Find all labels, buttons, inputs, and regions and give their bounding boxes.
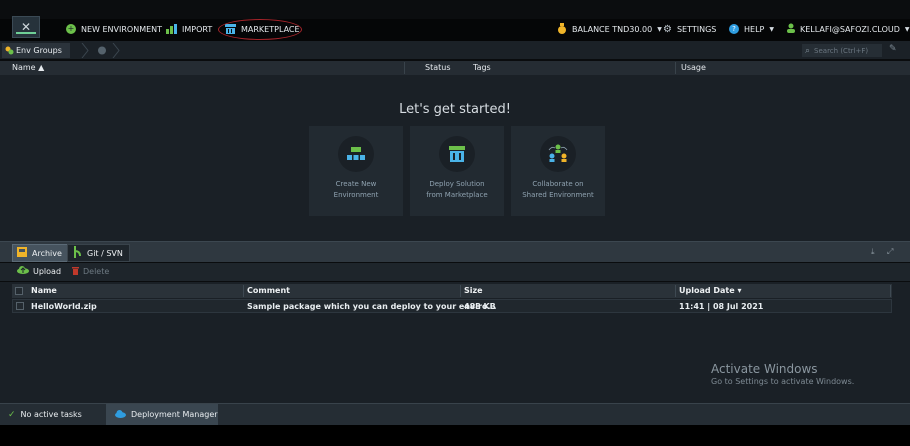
tab-archive[interactable]: Archive: [12, 244, 69, 262]
collaborate-label: Collaborate on Shared Environment: [522, 180, 594, 199]
env-groups-breadcrumb: [80, 42, 120, 59]
jelastic-logo[interactable]: ✕: [12, 16, 40, 38]
activate-windows-subtitle: Go to Settings to activate Windows.: [711, 377, 855, 386]
search-input[interactable]: ⌕ Search (Ctrl+F): [802, 44, 882, 57]
help-icon: ?: [729, 24, 739, 34]
row-checkbox[interactable]: [16, 302, 24, 310]
env-col-tags[interactable]: Tags: [473, 63, 491, 72]
deployment-table-header: Name Comment Size Upload Date ▾: [12, 284, 892, 298]
logo-bar: [16, 32, 36, 34]
delete-label: Delete: [83, 267, 110, 276]
help-label: HELP: [744, 24, 765, 34]
import-button[interactable]: IMPORT: [166, 23, 212, 35]
trash-icon: [72, 266, 79, 277]
expand-icon[interactable]: ⤢: [887, 247, 893, 257]
tab-archive-label: Archive: [32, 248, 62, 258]
column-divider: [460, 285, 461, 297]
collaborate-card[interactable]: Collaborate on Shared Environment: [511, 126, 605, 216]
select-all-checkbox[interactable]: [15, 287, 23, 295]
plus-icon: +: [66, 24, 76, 34]
upload-label: Upload: [33, 266, 62, 276]
deployment-toolbar: Upload Delete: [0, 263, 910, 281]
pencil-icon[interactable]: ✎: [889, 44, 897, 54]
cloud-upload-icon: [115, 409, 126, 420]
user-menu-button[interactable]: KELLAFI@SAFOZI.CLOUD ▼: [787, 23, 910, 35]
row-size: 488 KB: [464, 302, 496, 311]
balance-label: BALANCE TND30.00: [572, 24, 653, 34]
row-name: HelloWorld.zip: [31, 302, 97, 311]
deploy-marketplace-label: Deploy Solution from Marketplace: [426, 180, 488, 199]
row-upload-date: 11:41 | 08 Jul 2021: [679, 302, 764, 311]
download-icon[interactable]: ⤓: [871, 247, 875, 257]
bottom-status-bar: ✓ No active tasks Deployment Manager: [0, 403, 910, 425]
screen-bottom-border: [0, 425, 910, 446]
table-row[interactable]: HelloWorld.zip Sample package which you …: [12, 299, 892, 313]
deployment-tabs-bar: Archive Git / SVN ⤓ ⤢: [0, 241, 910, 262]
settings-label: SETTINGS: [676, 24, 717, 34]
deploy-marketplace-card[interactable]: Deploy Solution from Marketplace: [410, 126, 504, 216]
tab-git-svn-label: Git / SVN: [87, 248, 123, 258]
env-column-header: Name ▲ Status Tags Usage: [0, 61, 910, 75]
tab-git-svn[interactable]: Git / SVN: [67, 244, 130, 262]
env-groups-icon: [5, 46, 14, 57]
deployment-manager-tab[interactable]: Deployment Manager: [106, 404, 218, 425]
col-size[interactable]: Size: [464, 286, 483, 295]
import-label: IMPORT: [182, 24, 213, 34]
header-top-strip: [0, 0, 910, 19]
settings-button[interactable]: ⚙ SETTINGS: [663, 23, 716, 35]
column-divider: [890, 285, 891, 297]
row-comment: Sample package which you can deploy to y…: [247, 302, 497, 311]
env-groups-label: Env Groups: [16, 46, 62, 55]
new-environment-button[interactable]: + NEW ENVIRONMENT: [66, 23, 162, 35]
create-environment-label: Create New Environment: [333, 180, 379, 199]
gear-icon: ⚙: [663, 23, 672, 35]
col-upload-date[interactable]: Upload Date ▾: [679, 286, 741, 295]
col-name[interactable]: Name: [31, 286, 57, 295]
tasks-label: No active tasks: [20, 410, 82, 419]
balance-button[interactable]: BALANCE TND30.00 ▼: [557, 22, 662, 36]
money-bag-icon: [557, 22, 567, 36]
user-email-label: KELLAFI@SAFOZI.CLOUD: [800, 24, 900, 34]
column-divider: [243, 285, 244, 297]
env-col-name[interactable]: Name ▲: [12, 63, 44, 72]
marketplace-highlight-ellipse: [218, 19, 302, 40]
new-environment-label: NEW ENVIRONMENT: [81, 24, 163, 34]
user-icon: [787, 23, 795, 35]
column-divider: [675, 285, 676, 297]
chevron-down-icon: ▼: [657, 25, 662, 33]
search-placeholder: Search (Ctrl+F): [814, 46, 869, 55]
import-icon: [166, 24, 177, 34]
chevron-down-icon: ▼: [904, 25, 910, 33]
env-groups-bar: Env Groups ⌕ Search (Ctrl+F) ✎: [0, 41, 910, 60]
column-divider: [404, 62, 405, 74]
archive-icon: [17, 247, 27, 259]
env-col-status[interactable]: Status: [425, 63, 451, 72]
search-icon: ⌕: [805, 45, 811, 56]
collaborate-icon: [540, 136, 576, 172]
env-col-usage[interactable]: Usage: [681, 63, 706, 72]
chevron-down-icon: ▼: [769, 25, 774, 33]
git-icon: [72, 246, 82, 260]
col-comment[interactable]: Comment: [247, 286, 290, 295]
help-button[interactable]: ? HELP ▼: [729, 23, 774, 35]
cloud-upload-icon: [17, 266, 29, 276]
env-groups-tab[interactable]: Env Groups: [2, 43, 70, 58]
create-environment-card[interactable]: Create New Environment: [309, 126, 403, 216]
getting-started-heading: Let's get started!: [399, 102, 511, 117]
marketplace-icon: [439, 136, 475, 172]
delete-button[interactable]: Delete: [72, 266, 109, 277]
activate-windows-title: Activate Windows: [711, 362, 818, 376]
column-divider: [675, 62, 676, 74]
checkmark-icon: ✓: [8, 409, 16, 420]
deployment-manager-label: Deployment Manager: [131, 410, 218, 419]
tasks-tab[interactable]: ✓ No active tasks: [8, 404, 104, 425]
upload-button[interactable]: Upload: [17, 266, 61, 276]
create-environment-icon: [338, 136, 374, 172]
